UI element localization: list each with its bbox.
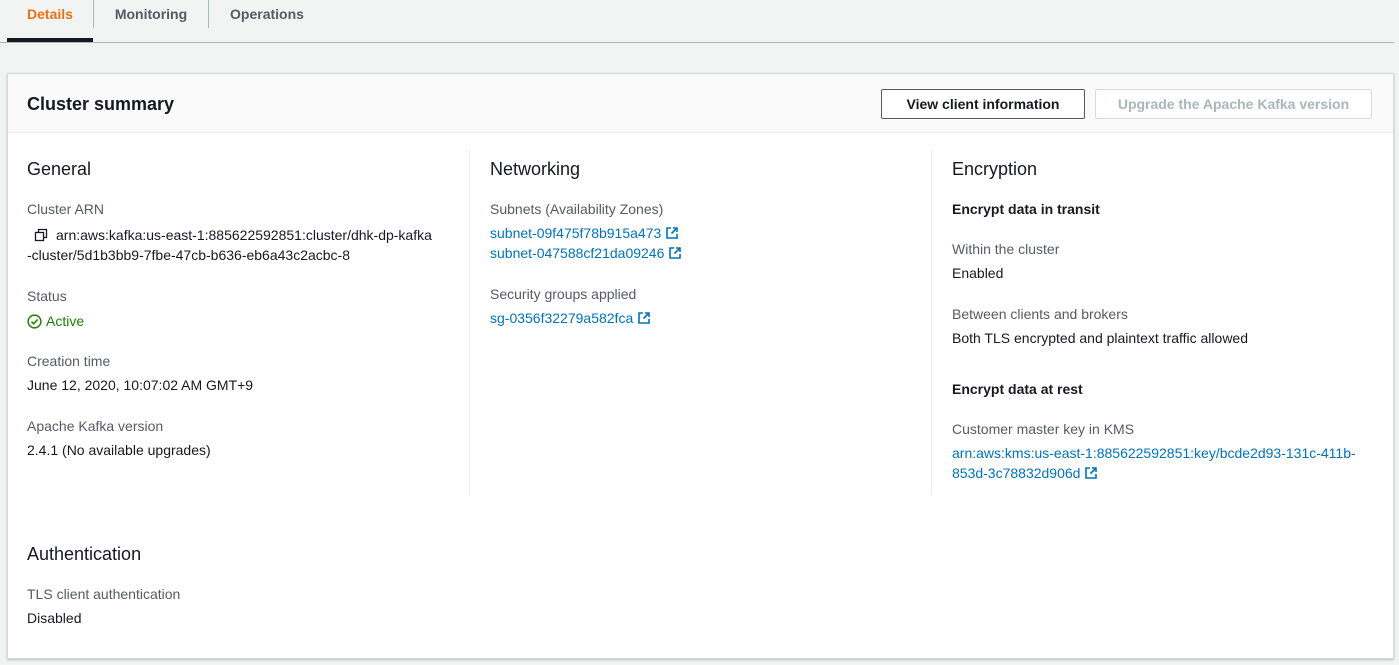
general-section-title: General: [27, 159, 92, 179]
encryption-section-title: Encryption: [952, 159, 1038, 179]
external-link-icon: [669, 247, 682, 259]
subnet-link-text: subnet-09f475f78b915a473: [490, 225, 662, 241]
kms-key-link-text: 853d-3c78832d906d: [952, 465, 1081, 481]
status-label: Status: [27, 288, 67, 304]
tab-details[interactable]: Details: [7, 0, 93, 42]
status-value: Active: [46, 313, 85, 329]
between-clients-label: Between clients and brokers: [952, 306, 1128, 322]
kafka-version-label: Apache Kafka version: [27, 418, 164, 434]
cluster-arn-label: Cluster ARN: [27, 201, 105, 217]
creation-time-label: Creation time: [27, 353, 111, 369]
cluster-arn-value: arn:aws:kafka:us-east-1:885622592851:clu…: [56, 227, 432, 243]
creation-time-value: June 12, 2020, 10:07:02 AM GMT+9: [27, 377, 254, 393]
within-cluster-label: Within the cluster: [952, 241, 1060, 257]
column-divider: [931, 149, 932, 495]
check-circle-icon: [27, 314, 42, 329]
security-group-link-text: sg-0356f32279a582fca: [490, 310, 634, 326]
authentication-section-title: Authentication: [27, 544, 142, 564]
external-link-icon: [1085, 467, 1098, 479]
tab-bar: Details Monitoring Operations: [0, 0, 1394, 43]
active-tab-indicator: [7, 38, 93, 42]
panel-header: Cluster summary View client information …: [8, 74, 1393, 133]
security-groups-label: Security groups applied: [490, 286, 637, 302]
encrypt-at-rest-heading: Encrypt data at rest: [952, 381, 1083, 397]
subnet-link-text: subnet-047588cf21da09246: [490, 245, 665, 261]
kafka-version-value: 2.4.1 (No available upgrades): [27, 442, 211, 458]
cluster-arn-value-continued: -cluster/5d1b3bb9-7fbe-47cb-b636-eb6a43c…: [27, 247, 350, 263]
networking-section-title: Networking: [490, 159, 581, 179]
upgrade-kafka-version-button[interactable]: Upgrade the Apache Kafka version: [1095, 89, 1372, 119]
subnet-link[interactable]: subnet-047588cf21da09246: [490, 243, 682, 263]
tab-operations[interactable]: Operations: [209, 0, 325, 42]
within-cluster-value: Enabled: [952, 265, 1004, 281]
cluster-summary-panel: Cluster summary View client information …: [7, 73, 1394, 659]
copy-icon[interactable]: [34, 228, 48, 242]
kms-key-label: Customer master key in KMS: [952, 421, 1135, 437]
between-clients-value: Both TLS encrypted and plaintext traffic…: [952, 330, 1248, 346]
external-link-icon: [666, 227, 679, 239]
kms-key-link[interactable]: arn:aws:kms:us-east-1:885622592851:key/b…: [952, 443, 1356, 463]
kms-key-link-continued[interactable]: 853d-3c78832d906d: [952, 463, 1098, 483]
tab-monitoring[interactable]: Monitoring: [94, 0, 208, 42]
tls-client-auth-value: Disabled: [27, 610, 82, 626]
view-client-information-button[interactable]: View client information: [881, 89, 1085, 119]
panel-title: Cluster summary: [27, 94, 175, 114]
external-link-icon: [638, 312, 651, 324]
security-group-link[interactable]: sg-0356f32279a582fca: [490, 308, 651, 328]
status-badge: Active: [27, 313, 84, 329]
column-divider: [469, 149, 470, 495]
subnets-label: Subnets (Availability Zones): [490, 201, 664, 217]
tls-client-auth-label: TLS client authentication: [27, 586, 181, 602]
subnet-link[interactable]: subnet-09f475f78b915a473: [490, 223, 679, 243]
encrypt-in-transit-heading: Encrypt data in transit: [952, 201, 1100, 217]
